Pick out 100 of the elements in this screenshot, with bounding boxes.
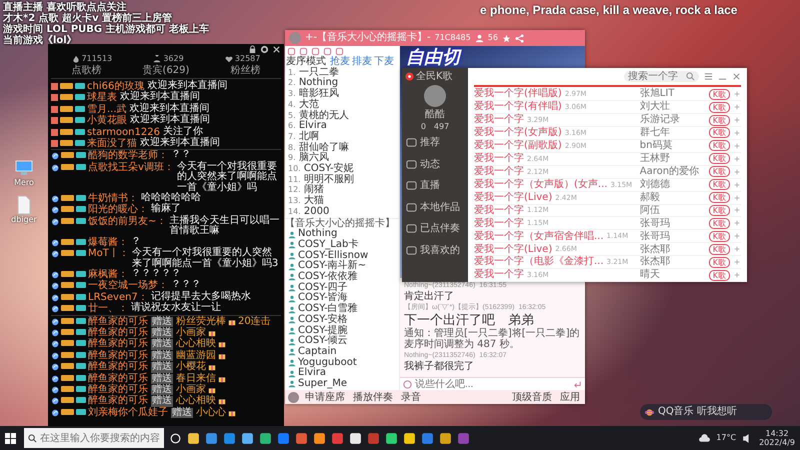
settings-icon[interactable] <box>260 45 269 54</box>
chat-input[interactable]: 说些什么吧... <box>415 378 570 390</box>
queue-item[interactable]: 4. 大范 <box>285 100 399 111</box>
add-icon[interactable] <box>733 103 741 112</box>
clock-date[interactable]: 2022/4/9 <box>759 438 795 447</box>
chat-tab[interactable]: 点歌榜 <box>70 63 104 78</box>
queue-item[interactable]: 6. Elvira <box>285 121 399 132</box>
song-title[interactable]: 爱我一个字 <box>474 204 524 216</box>
user-name[interactable]: 酷狗的数学老师： <box>88 151 168 162</box>
song-title[interactable]: 爱我一个字(Live) <box>474 192 552 204</box>
user-name[interactable]: 来面没了猫 <box>87 139 137 150</box>
sing-button[interactable]: K歌 <box>708 88 730 100</box>
user-name[interactable]: 球星表 <box>87 93 117 104</box>
menu-icon[interactable] <box>704 72 713 82</box>
user-name[interactable]: 醉鱼家的可乐 <box>88 339 148 350</box>
add-icon[interactable] <box>733 142 741 150</box>
member-name[interactable]: COSY-提腕 <box>298 326 348 336</box>
add-icon[interactable] <box>733 154 741 163</box>
sing-button[interactable]: K歌 <box>708 127 730 138</box>
member-name[interactable]: COSY-安格 <box>298 314 348 326</box>
user-name[interactable]: 饭饭的前男友~： <box>88 216 166 228</box>
add-icon[interactable] <box>733 90 741 98</box>
member-name[interactable]: COSY_Lab卡 <box>298 240 358 251</box>
song-title[interactable]: 爱我一个字(女声版) <box>474 127 562 139</box>
avatar[interactable] <box>424 84 446 106</box>
member-name[interactable]: COSY-四子 <box>298 282 348 294</box>
user-name[interactable]: 小黄花眼 <box>87 116 127 127</box>
sing-button[interactable]: K歌 <box>708 192 730 204</box>
song-title[interactable]: 爱我一个字(有伴唱) <box>474 101 562 113</box>
song-title[interactable]: 爱我一个字（女声版）(女声... <box>474 178 608 190</box>
queue-item[interactable]: 1. 一只二拳 <box>285 68 399 78</box>
add-icon[interactable] <box>733 245 741 254</box>
user-name[interactable]: 醉鱼家的可乐 <box>88 362 148 373</box>
chat-tab[interactable]: 贵宾(629) <box>140 63 192 78</box>
nav-item[interactable]: 直播 <box>402 176 444 196</box>
add-icon[interactable] <box>733 219 741 228</box>
queue-item[interactable]: 13. 大猫 <box>285 196 399 207</box>
add-icon[interactable] <box>733 271 741 280</box>
song-title[interactable]: 爱我一个字（电影《金漆打... <box>474 256 604 268</box>
app-icon[interactable] <box>439 432 452 444</box>
toolbar-button[interactable]: 录音 <box>399 392 423 402</box>
chat-tab[interactable]: 粉丝榜 <box>228 63 262 78</box>
user-name[interactable]: 麻枫酱： <box>88 270 128 280</box>
app-icon[interactable] <box>349 432 362 444</box>
user-name[interactable]: 雪月...武 <box>87 104 127 116</box>
circle-icon[interactable] <box>169 432 182 444</box>
nav-item[interactable]: 推荐 <box>402 133 444 153</box>
user-name[interactable]: 醉鱼家的可乐 <box>88 396 148 407</box>
send-icon[interactable] <box>573 380 582 388</box>
app-icon[interactable] <box>259 432 272 444</box>
nav-item[interactable]: 本地作品 <box>402 198 464 218</box>
sing-button[interactable]: K歌 <box>708 179 730 190</box>
song-title[interactable]: 爱我一个字 <box>474 218 524 230</box>
sing-button[interactable]: K歌 <box>708 270 730 281</box>
member-name[interactable]: COSY-白雪雅 <box>298 304 358 315</box>
user-name[interactable]: 醉鱼家的可乐 <box>88 316 148 327</box>
mic-action-link[interactable]: 排麦 <box>352 57 372 68</box>
user-name[interactable]: 醉鱼家的可乐 <box>88 384 148 396</box>
user-name[interactable]: 醉鱼家的可乐 <box>88 374 148 384</box>
nav-item[interactable]: 动态 <box>402 154 444 174</box>
music-widget[interactable]: QQ音乐 听我想听 <box>640 404 772 420</box>
user-name[interactable]: 爆莓酱： <box>88 238 128 248</box>
add-icon[interactable] <box>733 206 741 214</box>
user-name[interactable]: 廿一、： <box>88 304 128 315</box>
member-name[interactable]: COSY-倾云 <box>298 336 348 347</box>
user-name[interactable]: 刘亲梅你个瓜娃子 <box>88 408 168 418</box>
app-icon[interactable] <box>313 432 326 444</box>
member-name[interactable]: COSY-南斗新~ <box>298 261 366 272</box>
share-icon[interactable] <box>514 34 524 42</box>
song-title[interactable]: 爱我一个字 <box>474 114 524 126</box>
app-icon[interactable] <box>241 432 254 444</box>
sing-button[interactable]: K歌 <box>708 230 730 242</box>
app-icon[interactable] <box>187 432 200 444</box>
toolbar-button[interactable]: 申请座席 <box>303 392 347 402</box>
member-name[interactable]: Elvira <box>298 368 326 380</box>
user-name[interactable]: 牛奶情书： <box>88 194 138 204</box>
member-name[interactable]: COSY-皆海 <box>298 293 348 304</box>
sing-button[interactable]: K歌 <box>708 204 730 216</box>
user-name[interactable]: 点歌找王朵v调班： <box>88 162 174 174</box>
queue-item[interactable]: 3. 暗影狂风 <box>285 89 399 100</box>
add-icon[interactable] <box>733 128 741 137</box>
user-name[interactable]: 醉鱼家的可乐 <box>88 350 148 362</box>
user-name[interactable]: 阳光的暖心： <box>88 205 148 216</box>
sing-button[interactable]: K歌 <box>708 256 730 268</box>
add-icon[interactable] <box>733 168 741 176</box>
sing-button[interactable]: K歌 <box>708 153 730 164</box>
emoji-icon[interactable] <box>403 380 412 388</box>
star-icon[interactable] <box>502 34 511 42</box>
sing-button[interactable]: K歌 <box>708 114 730 126</box>
computer-icon[interactable] <box>14 158 34 178</box>
toolbar-button[interactable]: 应用 <box>558 392 582 402</box>
member-name[interactable]: Yoguguboot <box>298 358 357 368</box>
song-title[interactable]: 爱我一个字（女声宿舍伴唱... <box>474 230 604 242</box>
sing-button[interactable]: K歌 <box>708 140 730 152</box>
avatar[interactable] <box>288 392 299 402</box>
member-name[interactable]: Super_Me <box>298 379 348 390</box>
toolbar-button[interactable]: 顶级音质 <box>510 392 554 402</box>
queue-item[interactable]: 7. 北啊 <box>285 132 399 143</box>
sing-button[interactable]: K歌 <box>708 244 730 255</box>
member-name[interactable]: COSY-依依雅 <box>298 272 358 283</box>
